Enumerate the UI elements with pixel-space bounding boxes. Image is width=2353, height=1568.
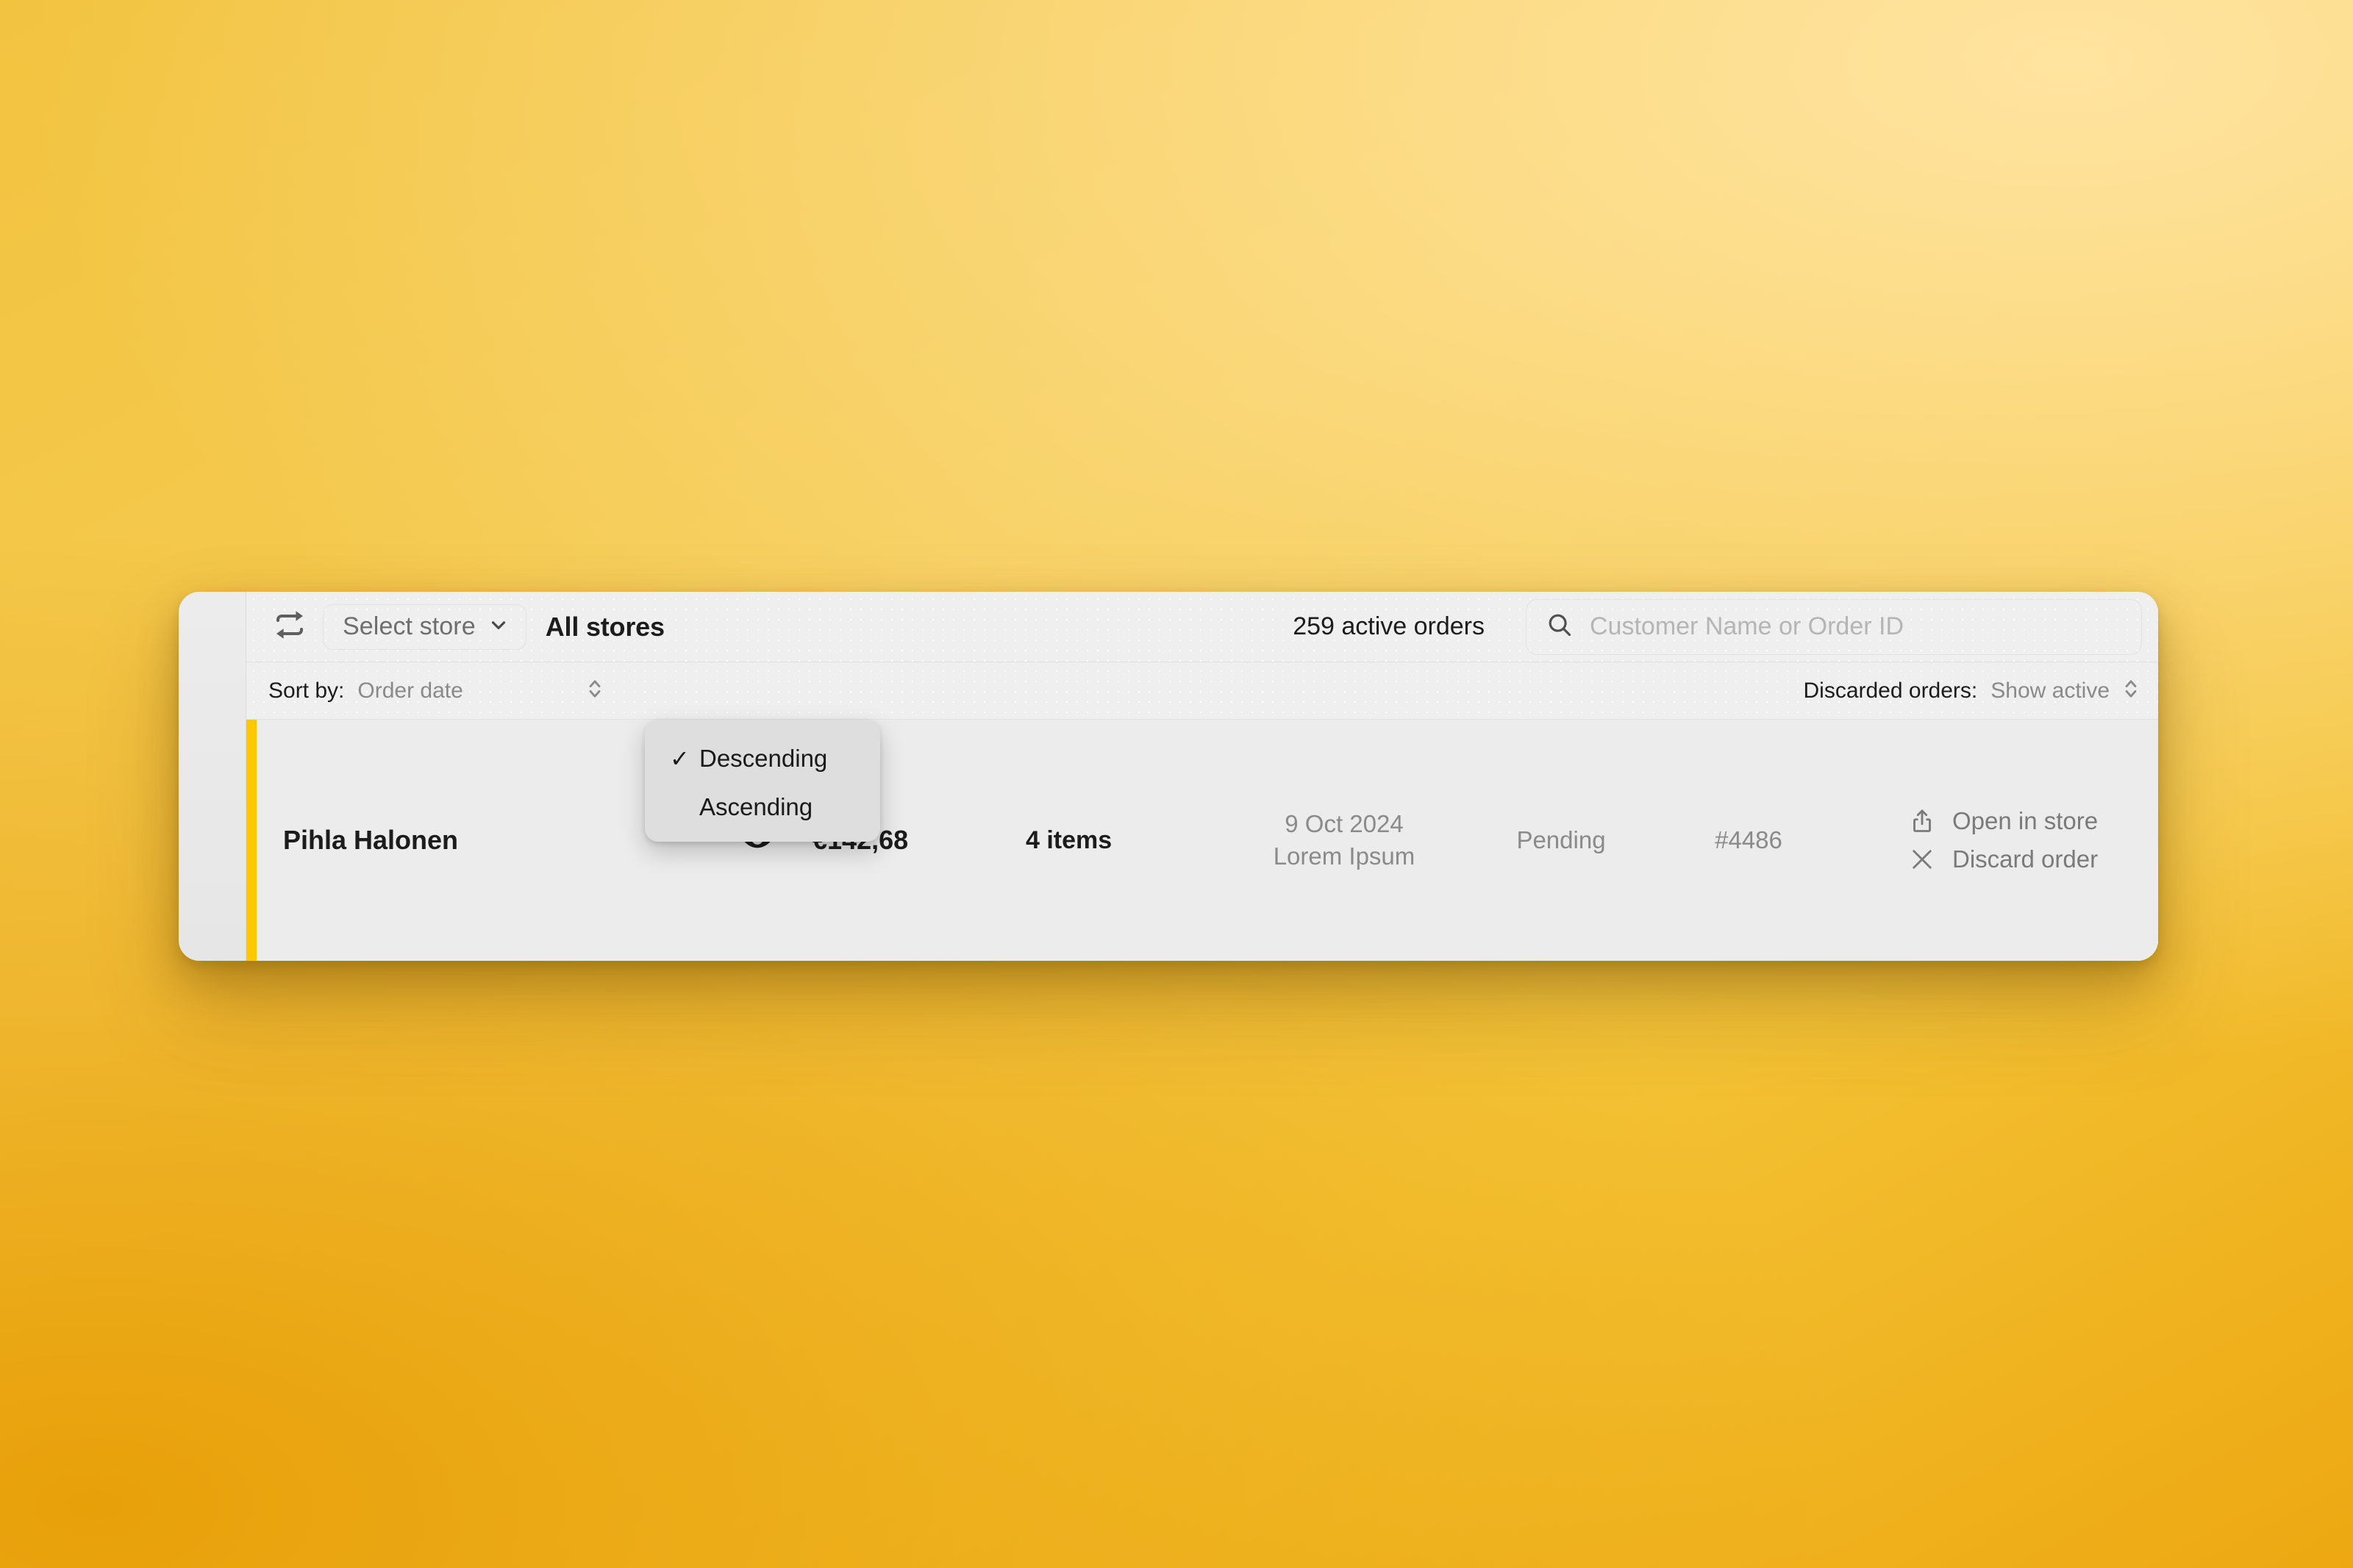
open-in-store-label: Open in store (1952, 807, 2099, 834)
sidebar-rail (179, 592, 246, 961)
sort-by-label: Sort by: (268, 678, 345, 703)
sort-by-value: Order date (357, 678, 463, 703)
store-selector-label: Select store (343, 612, 476, 640)
share-icon (1908, 808, 1936, 834)
orders-app-window: Select store All stores 259 active order… (179, 592, 2158, 961)
row-actions: Open in store Discard order (1840, 807, 2140, 873)
chevron-down-icon (488, 614, 510, 640)
sort-direction-popup: ✓ Descending Ascending (645, 720, 880, 842)
discarded-orders-value: Show active (1990, 678, 2110, 703)
discarded-orders-select[interactable]: Show active (1990, 676, 2139, 705)
order-date-subtitle: Lorem Ipsum (1273, 842, 1415, 870)
check-icon: ✓ (670, 745, 690, 772)
current-store-title: All stores (545, 611, 665, 642)
store-selector-button[interactable]: Select store (323, 604, 526, 650)
discard-order-button[interactable]: Discard order (1908, 845, 2140, 873)
search-icon (1546, 611, 1574, 642)
order-customer-name: Pihla Halonen (283, 825, 459, 855)
discard-order-label: Discard order (1952, 845, 2099, 873)
discarded-orders-group: Discarded orders: Show active (1803, 676, 2139, 705)
sort-option-ascending[interactable]: Ascending (645, 783, 880, 831)
swap-arrows-icon (272, 607, 307, 646)
close-x-icon (1908, 846, 1936, 873)
search-input[interactable]: Customer Name or Order ID (1526, 598, 2142, 655)
chevron-up-down-icon (2123, 676, 2139, 705)
sort-toolbar: Sort by: Order date Discarded orders: Sh… (246, 662, 2158, 720)
order-id: #4486 (1715, 826, 1782, 853)
order-item-count: 4 items (1026, 826, 1113, 854)
refresh-orders-button[interactable] (268, 606, 311, 648)
order-date: 9 Oct 2024 (1285, 810, 1404, 838)
open-in-store-button[interactable]: Open in store (1908, 807, 2140, 835)
discarded-orders-label: Discarded orders: (1803, 678, 1978, 703)
sort-by-select[interactable]: Order date (357, 676, 603, 705)
app-header: Select store All stores 259 active order… (246, 592, 2158, 662)
row-body: Pihla Halonen €142,68 4 items (257, 720, 2158, 961)
sort-option-descending[interactable]: ✓ Descending (645, 734, 880, 783)
row-accent-bar (246, 720, 257, 961)
sort-option-descending-label: Descending (699, 745, 828, 772)
active-orders-count: 259 active orders (1293, 612, 1485, 640)
sort-by-group: Sort by: Order date (268, 676, 603, 705)
sort-option-ascending-label: Ascending (699, 793, 813, 820)
order-status-badge: Pending (1516, 826, 1606, 853)
order-date-cell: 9 Oct 2024 Lorem Ipsum (1223, 808, 1465, 872)
chevron-up-down-icon (587, 676, 603, 705)
app-content: Select store All stores 259 active order… (246, 592, 2158, 961)
table-row[interactable]: Pihla Halonen €142,68 4 items (246, 720, 2158, 961)
search-placeholder: Customer Name or Order ID (1590, 612, 1904, 640)
desktop-backdrop: Select store All stores 259 active order… (0, 0, 2353, 1568)
